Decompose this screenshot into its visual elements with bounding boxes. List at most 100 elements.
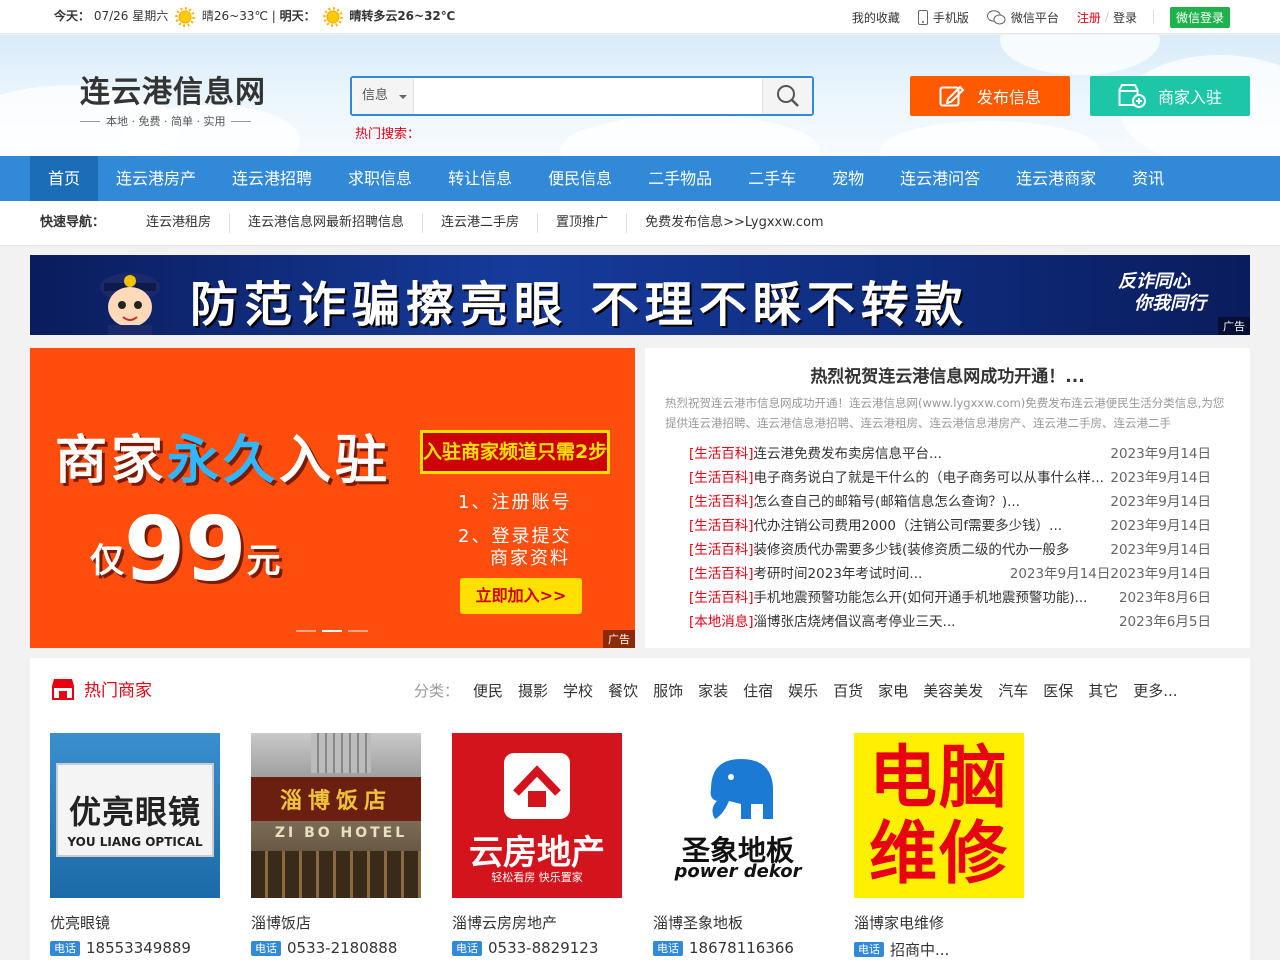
category-link[interactable]: 学校 [563, 680, 593, 701]
news-item[interactable]: [生活百科] 连云港免费发布卖房信息平台... 2023年9月14日 [689, 442, 1211, 466]
search-icon [776, 85, 799, 107]
quick-link[interactable]: 置顶推广 [538, 213, 628, 233]
search-type-select[interactable]: 信息 [352, 78, 414, 114]
news-item[interactable]: [生活百科] 电子商务说白了就是干什么的（电子商务可以从事什么样... 2023年9… [689, 466, 1211, 490]
merchant-card[interactable]: 优亮眼镜 YOU LIANG OPTICAL 优亮眼镜 电话 1855334988… [50, 733, 220, 957]
news-item[interactable]: [生活百科] 手机地震预警功能怎么开(如何开通手机地震预警功能)... 2023年8… [689, 586, 1211, 610]
merchant-card[interactable]: 电脑维修 淄博家电维修 电话 招商中... [854, 733, 1024, 960]
quick-nav: 快速导航： 连云港租房 连云港信息网最新招聘信息 连云港二手房 置顶推广 免费发… [0, 201, 1280, 246]
merchant-image[interactable]: 淄博饭店 ZI BO HOTEL [251, 733, 421, 898]
nav-item-qa[interactable]: 连云港问答 [882, 156, 998, 201]
category-link[interactable]: 汽车 [998, 680, 1028, 701]
wechat-login-button[interactable]: 微信登录 [1169, 6, 1230, 28]
anti-fraud-banner[interactable]: 防范诈骗擦亮眼 不理不睬不转款 反诈同心 你我同行 广告 [30, 255, 1250, 335]
merchant-name[interactable]: 淄博云房房地产 [452, 912, 622, 933]
publish-button[interactable]: 发布信息 [910, 76, 1070, 116]
site-logo[interactable]: 连云港信息网 本地 · 免费 · 简单 · 实用 [80, 67, 290, 129]
nav-item-merchants[interactable]: 连云港商家 [998, 156, 1114, 201]
merchant-phone: 电话 18678116366 [653, 939, 823, 957]
register-link[interactable]: 注册 [1077, 9, 1101, 26]
phone-tag: 电话 [653, 940, 683, 956]
promo-headline: 商家永久入驻 [55, 431, 392, 491]
quick-link[interactable]: 连云港租房 [128, 213, 231, 233]
category-link[interactable]: 住宿 [743, 680, 773, 701]
nav-item-realestate[interactable]: 连云港房产 [98, 156, 214, 201]
category-link[interactable]: 摄影 [518, 680, 548, 701]
search-box: 信息 [350, 76, 814, 116]
search-input[interactable] [416, 78, 762, 114]
merchant-card[interactable]: 圣象地板 power dekor 淄博圣象地板 电话 18678116366 [653, 733, 823, 957]
merchant-image[interactable]: 云房地产 轻松看房 快乐置家 [452, 733, 622, 898]
promo-join-button[interactable]: 立即加入>> [460, 578, 582, 614]
nav-item-transfer[interactable]: 转让信息 [430, 156, 530, 201]
badge-line2: 你我同行 [1134, 293, 1206, 314]
phone-tag: 电话 [251, 940, 281, 956]
category-link[interactable]: 其它 [1088, 680, 1118, 701]
ad-tag: 广告 [1218, 317, 1250, 335]
today-date: 07/26 星期六 [93, 9, 169, 23]
merchant-image[interactable]: 优亮眼镜 YOU LIANG OPTICAL [50, 733, 220, 898]
nav-item-news[interactable]: 资讯 [1114, 156, 1182, 201]
main-nav: 首页 连云港房产 连云港招聘 求职信息 转让信息 便民信息 二手物品 二手车 宠… [0, 156, 1280, 201]
category-more-link[interactable]: 更多... [1133, 680, 1177, 701]
nav-item-usedcar[interactable]: 二手车 [730, 156, 814, 201]
news-headline[interactable]: 热烈祝贺连云港信息网成功开通！... [645, 362, 1250, 387]
news-item[interactable]: [生活百科] 代办注销公司费用2000（注销公司f需要多少钱）... 2023年9月… [689, 514, 1211, 538]
category-link[interactable]: 餐饮 [608, 680, 638, 701]
quick-link[interactable]: 连云港信息网最新招聘信息 [230, 213, 424, 233]
category-link[interactable]: 家装 [698, 680, 728, 701]
merchant-card[interactable]: 云房地产 轻松看房 快乐置家 淄博云房房地产 电话 0533-8829123 [452, 733, 622, 957]
merchant-join-label: 商家入驻 [1157, 88, 1222, 107]
login-link[interactable]: 登录 [1113, 9, 1137, 26]
logo-slogan: 本地 · 免费 · 简单 · 实用 [106, 115, 226, 128]
mobile-link[interactable]: 手机版 [917, 9, 969, 26]
merchant-image[interactable]: 圣象地板 power dekor [653, 733, 823, 898]
nav-item-jobs[interactable]: 连云港招聘 [214, 156, 330, 201]
logo-title: 连云港信息网 [80, 75, 266, 110]
nav-item-pets[interactable]: 宠物 [814, 156, 882, 201]
police-cartoon-icon [100, 273, 160, 335]
category-link[interactable]: 服饰 [653, 680, 683, 701]
news-item[interactable]: [生活百科] 装修资质代办需要多少钱(装修资质二级的代办一般多 2023年9月14日 [689, 538, 1211, 562]
mobile-icon [917, 9, 928, 25]
wechat-platform-link[interactable]: 微信平台 [986, 9, 1059, 26]
quick-link[interactable]: 连云港二手房 [423, 213, 539, 233]
merchant-phone: 电话 0533-8829123 [452, 939, 622, 957]
publish-label: 发布信息 [976, 88, 1041, 107]
merchant-image[interactable]: 电脑维修 [854, 733, 1024, 898]
mobile-label: 手机版 [932, 10, 969, 25]
search-button[interactable] [762, 78, 812, 114]
tomorrow-label: 明天： [279, 9, 316, 23]
category-link[interactable]: 百货 [833, 680, 863, 701]
favorites-link[interactable]: 我的收藏 [852, 9, 900, 26]
category-link[interactable]: 医保 [1043, 680, 1073, 701]
news-item[interactable]: [生活百科] 怎么查自己的邮箱号(邮箱信息怎么查询？)... 2023年9月14日 [689, 490, 1211, 514]
merchant-join-button[interactable]: 商家入驻 [1090, 76, 1250, 116]
merchant-name[interactable]: 淄博圣象地板 [653, 912, 823, 933]
today-label: 今天： [54, 9, 91, 23]
tomorrow-weather: 晴转多云26~32℃ [349, 9, 456, 23]
category-link[interactable]: 便民 [473, 680, 503, 701]
category-link[interactable]: 娱乐 [788, 680, 818, 701]
merchant-card[interactable]: 淄博饭店 ZI BO HOTEL 淄博饭店 电话 0533-2180888 [251, 733, 421, 957]
quick-link[interactable]: 免费发布信息>>Lygxxw.com [627, 213, 842, 233]
header: 连云港信息网 本地 · 免费 · 简单 · 实用 信息 热门搜索： 发布信息 商… [0, 35, 1280, 156]
category-link[interactable]: 美容美发 [923, 680, 983, 701]
news-item[interactable]: [生活百科] 考研时间2023年考试时间... 2023年9月14日2023年9月1… [689, 562, 1211, 586]
news-item[interactable]: [本地消息] 淄博张店烧烤倡议高考停业三天... 2023年6月5日 [689, 610, 1211, 634]
carousel-dots[interactable] [296, 630, 368, 632]
merchant-phone: 电话 18553349889 [50, 939, 220, 957]
wechat-platform-label: 微信平台 [1010, 10, 1059, 25]
merchant-name[interactable]: 淄博饭店 [251, 912, 421, 933]
merchant-name[interactable]: 优亮眼镜 [50, 912, 220, 933]
nav-item-services[interactable]: 便民信息 [530, 156, 630, 201]
category-link[interactable]: 家电 [878, 680, 908, 701]
merchant-name[interactable]: 淄博家电维修 [854, 912, 1024, 933]
nav-item-secondhand[interactable]: 二手物品 [630, 156, 730, 201]
news-intro: 热烈祝贺连云港市信息网成功开通！连云港信息网(www.lygxxw.com)免费… [665, 396, 1225, 430]
nav-item-home[interactable]: 首页 [30, 156, 99, 201]
merchant-promo-ad[interactable]: 商家永久入驻 仅99元 入驻商家频道只需2步 1、注册账号 2、登录提交 商家资… [30, 348, 635, 648]
merchant-phone: 电话 0533-2180888 [251, 939, 421, 957]
promo-step2b: 商家资料 [490, 548, 570, 569]
nav-item-jobseek[interactable]: 求职信息 [330, 156, 430, 201]
